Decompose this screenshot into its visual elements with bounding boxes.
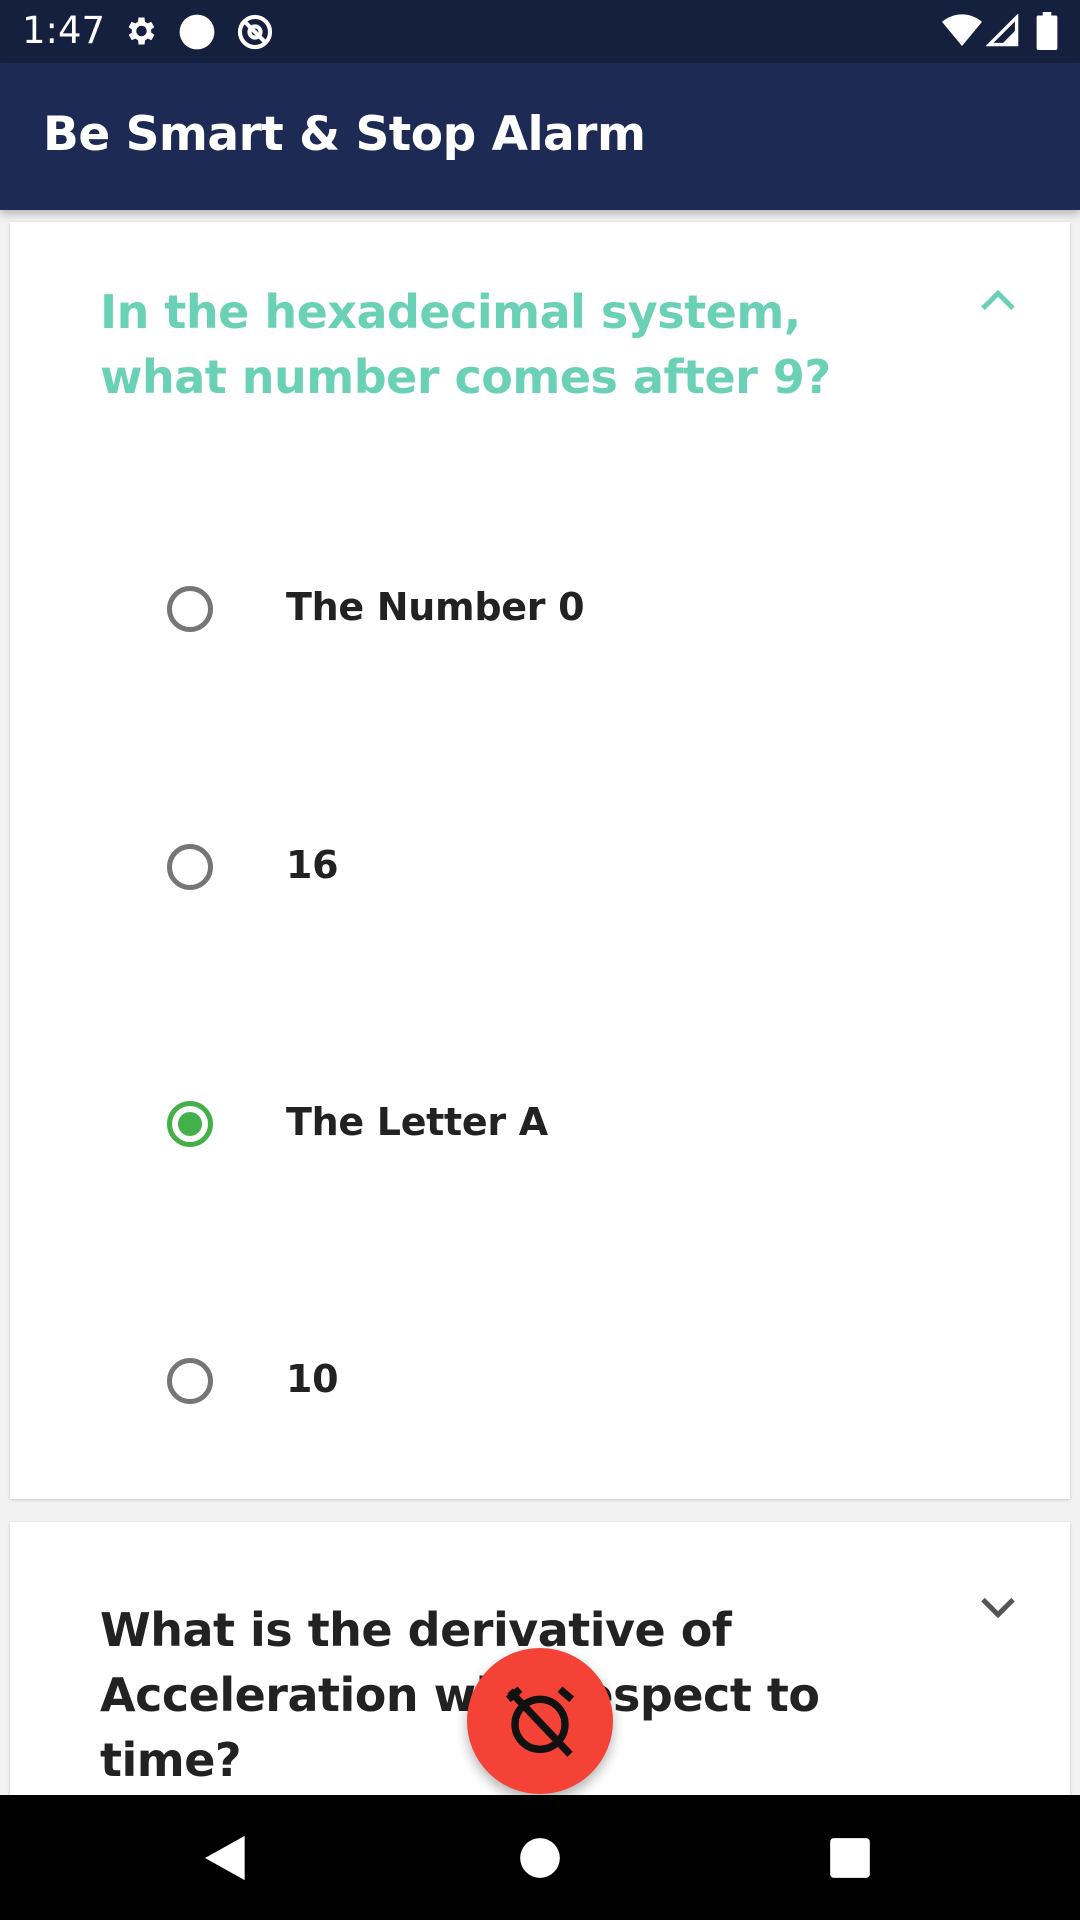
- answer-label: The Number 0: [286, 585, 585, 629]
- question-text[interactable]: In the hexadecimal system, what number c…: [100, 280, 920, 410]
- answer-option[interactable]: The Letter A: [10, 1064, 1070, 1184]
- circle-icon: [178, 13, 216, 55]
- radio-button-selected[interactable]: [167, 1101, 213, 1147]
- radio-button[interactable]: [167, 1358, 213, 1404]
- status-bar: 1:47: [0, 0, 1080, 63]
- radio-button[interactable]: [167, 586, 213, 632]
- battery-icon: [1036, 12, 1058, 54]
- answer-option[interactable]: 10: [10, 1321, 1070, 1441]
- wifi-icon: [942, 14, 982, 52]
- answer-label: The Letter A: [286, 1100, 548, 1144]
- home-icon[interactable]: [512, 1830, 568, 1886]
- at-sign-icon: [236, 13, 274, 55]
- app-title: Be Smart & Stop Alarm: [43, 107, 646, 162]
- status-time: 1:47: [22, 9, 106, 52]
- question-list: In the hexadecimal system, what number c…: [0, 210, 1080, 1795]
- recents-icon[interactable]: [822, 1830, 878, 1886]
- answer-option[interactable]: 16: [10, 807, 1070, 927]
- alarm-off-icon: [505, 1686, 575, 1757]
- chevron-down-icon[interactable]: [978, 1594, 1018, 1626]
- app-bar: Be Smart & Stop Alarm: [0, 63, 1080, 210]
- signal-icon: [985, 13, 1020, 52]
- answer-label: 16: [286, 843, 339, 887]
- gear-icon: [122, 13, 158, 53]
- answer-label: 10: [286, 1357, 339, 1401]
- back-icon[interactable]: [198, 1830, 254, 1886]
- question-card: In the hexadecimal system, what number c…: [10, 222, 1070, 1499]
- radio-button[interactable]: [167, 844, 213, 890]
- chevron-up-icon[interactable]: [978, 286, 1018, 318]
- answer-option[interactable]: The Number 0: [10, 549, 1070, 669]
- stop-alarm-button[interactable]: [467, 1648, 613, 1794]
- navigation-bar: [0, 1795, 1080, 1920]
